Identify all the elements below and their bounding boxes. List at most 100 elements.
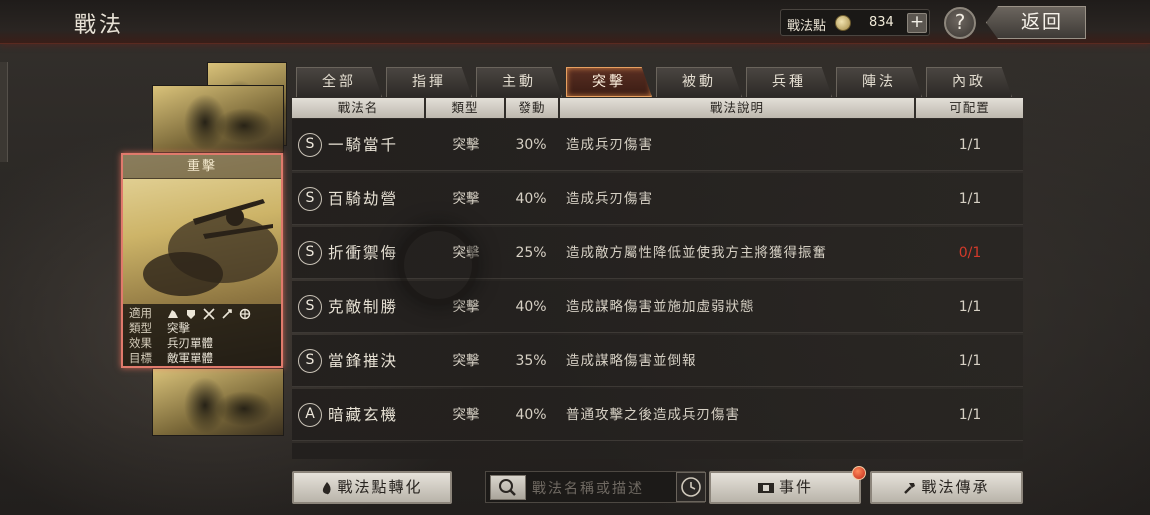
tactic-configurable: 1/1 <box>958 353 982 369</box>
tactic-description: 造成兵刃傷害 <box>566 137 653 153</box>
tactic-configurable: 1/1 <box>958 299 982 315</box>
tactics-table: S 一騎當千 突擊 30% 造成兵刃傷害 1/1 S 百騎劫營 突擊 40% 造… <box>292 119 1023 459</box>
tactic-description: 造成謀略傷害並施加虛弱狀態 <box>566 299 755 315</box>
grade-badge: A <box>298 403 322 427</box>
search-icon[interactable] <box>490 475 526 500</box>
tab-all[interactable]: 全部 <box>296 67 382 97</box>
tactic-name: 當鋒摧決 <box>328 352 399 370</box>
tactic-type: 突擊 <box>452 245 480 261</box>
grade-badge: S <box>298 241 322 265</box>
tactic-rate: 25% <box>515 245 547 261</box>
events-label: 事件 <box>778 478 813 496</box>
inherit-tactics-button[interactable]: 戰法傳承 <box>870 471 1023 504</box>
column-header-rate[interactable]: 發動 <box>506 98 558 118</box>
applies-label: 適用 <box>129 306 152 320</box>
column-header-type[interactable]: 類型 <box>426 98 504 118</box>
card-info-panel: 適用 類型 突擊 效果 兵刃單體 目標 敵軍單體 <box>123 304 281 366</box>
effect-value: 兵刃單體 <box>167 336 213 350</box>
tab-internal-affairs[interactable]: 內政 <box>926 67 1012 97</box>
unit-icons <box>167 306 257 321</box>
tactic-type: 突擊 <box>452 353 480 369</box>
help-button[interactable]: ? <box>944 7 976 39</box>
tactic-name: 一騎當千 <box>328 136 399 154</box>
top-bar: 戰法 戰法點 834 + ? 返回 <box>0 0 1150 44</box>
card-back-middle[interactable] <box>152 85 284 153</box>
tab-assault[interactable]: 突擊 <box>566 67 652 97</box>
table-row[interactable]: A 暗藏玄機 突擊 40% 普通攻擊之後造成兵刃傷害 1/1 <box>292 389 1023 441</box>
table-row[interactable]: S 克敵制勝 突擊 40% 造成謀略傷害並施加虛弱狀態 1/1 <box>292 281 1023 333</box>
cavalry-icon <box>168 309 178 318</box>
card-art <box>153 86 283 152</box>
tactic-description: 造成謀略傷害並倒報 <box>566 353 697 369</box>
shield-icon <box>187 309 195 319</box>
card-illustration <box>143 199 278 296</box>
column-header-description[interactable]: 戰法說明 <box>560 98 914 118</box>
card-info-applies: 適用 <box>129 306 275 321</box>
tab-passive[interactable]: 被動 <box>656 67 742 97</box>
target-value: 敵軍單體 <box>167 351 213 365</box>
tactic-name: 折衝禦侮 <box>328 244 399 262</box>
tab-command[interactable]: 指揮 <box>386 67 472 97</box>
siege-icon <box>239 308 251 319</box>
tactic-rate: 40% <box>515 191 547 207</box>
bow-icon <box>203 307 215 320</box>
tactic-type: 突擊 <box>452 407 480 423</box>
notification-badge <box>852 466 866 480</box>
card-back-bottom[interactable] <box>152 368 284 436</box>
table-row[interactable]: S 一騎當千 突擊 30% 造成兵刃傷害 1/1 <box>292 119 1023 171</box>
tactic-type: 突擊 <box>452 191 480 207</box>
tab-active[interactable]: 主動 <box>476 67 562 97</box>
selected-tactic-card[interactable]: 重擊 適用 類型 突擊 效果 兵刃單體 目標 敵軍單體 <box>121 153 283 368</box>
table-row-partial[interactable] <box>292 443 1023 459</box>
inherit-tactics-label: 戰法傳承 <box>921 478 990 496</box>
flame-icon <box>323 481 332 494</box>
tactic-rate: 40% <box>515 299 547 315</box>
side-drawer-handle[interactable] <box>0 62 8 162</box>
search-field[interactable]: 戰法名稱或描述 <box>485 471 705 503</box>
table-row[interactable]: S 折衝禦侮 突擊 25% 造成敵方屬性降低並使我方主將獲得振奮 0/1 <box>292 227 1023 279</box>
tactic-configurable: 1/1 <box>958 191 982 207</box>
card-info-effect: 效果 兵刃單體 <box>129 336 275 351</box>
table-row[interactable]: S 百騎劫營 突擊 40% 造成兵刃傷害 1/1 <box>292 173 1023 225</box>
tactic-type: 突擊 <box>452 137 480 153</box>
type-value: 突擊 <box>167 321 190 335</box>
target-label: 目標 <box>129 351 152 365</box>
clock-icon <box>681 477 701 497</box>
tactic-rate: 30% <box>515 137 547 153</box>
history-clock-button[interactable] <box>676 472 706 502</box>
card-art <box>153 369 283 435</box>
spear-icon <box>222 308 232 319</box>
grade-badge: S <box>298 349 322 373</box>
card-info-target: 目標 敵軍單體 <box>129 351 275 366</box>
tactic-points-display: 戰法點 834 + <box>780 9 930 36</box>
film-icon <box>757 482 774 493</box>
type-label: 類型 <box>129 321 152 335</box>
tactic-points-value: 834 <box>869 15 894 30</box>
column-header-name[interactable]: 戰法名 <box>292 98 424 118</box>
tactic-configurable: 0/1 <box>958 245 982 261</box>
tactic-description: 造成敵方屬性降低並使我方主將獲得振奮 <box>566 245 827 261</box>
events-button[interactable]: 事件 <box>709 471 861 504</box>
tactic-rate: 35% <box>515 353 547 369</box>
grade-badge: S <box>298 295 322 319</box>
tactic-name: 百騎劫營 <box>328 190 399 208</box>
convert-points-label: 戰法點轉化 <box>337 478 423 496</box>
back-button[interactable]: 返回 <box>986 6 1086 39</box>
tactic-rate: 40% <box>515 407 547 423</box>
tactic-description: 造成兵刃傷害 <box>566 191 653 207</box>
tactic-name: 暗藏玄機 <box>328 406 399 424</box>
tactic-type: 突擊 <box>452 299 480 315</box>
card-info-type: 類型 突擊 <box>129 321 275 336</box>
tactic-configurable: 1/1 <box>958 137 982 153</box>
tactic-points-label: 戰法點 <box>787 19 827 34</box>
search-placeholder: 戰法名稱或描述 <box>532 481 644 497</box>
coin-icon <box>835 15 851 31</box>
column-header-configurable[interactable]: 可配置 <box>916 98 1023 118</box>
convert-points-button[interactable]: 戰法點轉化 <box>292 471 452 504</box>
table-row[interactable]: S 當鋒摧決 突擊 35% 造成謀略傷害並倒報 1/1 <box>292 335 1023 387</box>
tab-formation[interactable]: 陣法 <box>836 67 922 97</box>
add-points-button[interactable]: + <box>907 13 927 33</box>
tab-troop-type[interactable]: 兵種 <box>746 67 832 97</box>
tactic-name: 克敵制勝 <box>328 298 399 316</box>
tactic-description: 普通攻擊之後造成兵刃傷害 <box>566 407 740 423</box>
